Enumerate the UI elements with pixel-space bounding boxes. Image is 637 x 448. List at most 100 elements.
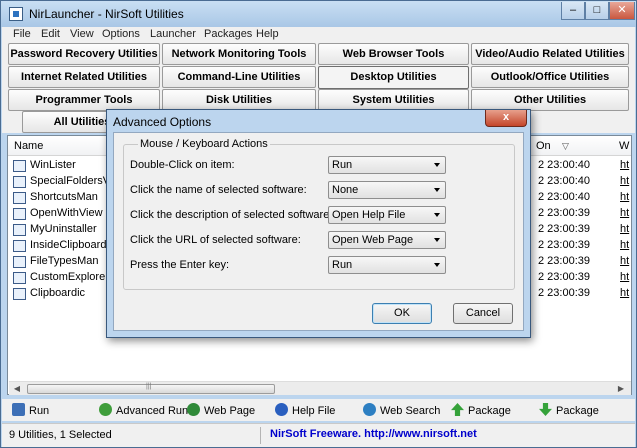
web-page-label: Web Page xyxy=(204,405,256,417)
cancel-button[interactable]: Cancel xyxy=(453,303,513,324)
utility-icon xyxy=(13,256,26,268)
dialog-close-button[interactable]: x xyxy=(485,110,527,127)
arrow-down-icon xyxy=(539,403,552,416)
option-label: Click the name of selected software: xyxy=(130,184,307,196)
menu-options[interactable]: Options xyxy=(102,28,140,40)
advanced-run-button[interactable]: Advanced Run xyxy=(99,403,188,417)
menu-launcher[interactable]: Launcher xyxy=(150,28,196,40)
row-url[interactable]: ht xyxy=(620,287,629,299)
row-url[interactable]: ht xyxy=(620,191,629,203)
dialog-title: Advanced Options xyxy=(113,115,212,129)
row-date: 2 23:00:39 xyxy=(538,255,590,267)
select-value: Open Web Page xyxy=(332,234,414,246)
row-url[interactable]: ht xyxy=(620,223,629,235)
chevron-down-icon xyxy=(434,163,440,167)
utility-icon xyxy=(13,272,26,284)
run-button[interactable]: Run xyxy=(12,403,49,417)
row-url[interactable]: ht xyxy=(620,207,629,219)
app-icon xyxy=(9,7,23,21)
column-header-on[interactable]: On xyxy=(536,140,551,152)
advanced-options-dialog: Advanced Options x Mouse / Keyboard Acti… xyxy=(106,109,531,338)
menu-edit[interactable]: Edit xyxy=(41,28,60,40)
package-add-label: Package xyxy=(468,405,511,417)
package-add-button[interactable]: Package xyxy=(451,403,511,417)
menu-packages[interactable]: Packages xyxy=(204,28,252,40)
chevron-down-icon xyxy=(434,188,440,192)
scroll-left-icon[interactable]: ◀ xyxy=(11,384,23,394)
nirsoft-link[interactable]: NirSoft Freeware. http://www.nirsoft.net xyxy=(270,428,477,440)
tab-outlook-office[interactable]: Outlook/Office Utilities xyxy=(471,66,629,88)
tab-programmer[interactable]: Programmer Tools xyxy=(8,89,160,111)
mouse-keyboard-group: Mouse / Keyboard Actions Double-Click on… xyxy=(123,138,515,290)
package-remove-button[interactable]: Package xyxy=(539,403,599,417)
help-file-button[interactable]: Help File xyxy=(275,403,335,417)
ok-button[interactable]: OK xyxy=(372,303,432,324)
title-bar: NirLauncher - NirSoft Utilities – □ ✕ xyxy=(1,1,636,27)
window-close-button[interactable]: ✕ xyxy=(609,2,635,20)
row-url[interactable]: ht xyxy=(620,159,629,171)
tab-network-monitoring[interactable]: Network Monitoring Tools xyxy=(162,43,316,65)
horizontal-scrollbar[interactable]: ◀ ▶ xyxy=(9,381,631,395)
row-url[interactable]: ht xyxy=(620,175,629,187)
row-name: OpenWithView xyxy=(30,207,103,219)
tab-system[interactable]: System Utilities xyxy=(318,89,469,111)
row-date: 2 23:00:39 xyxy=(538,287,590,299)
click-name-select[interactable]: None xyxy=(328,181,446,199)
chevron-down-icon xyxy=(434,213,440,217)
menu-view[interactable]: View xyxy=(70,28,94,40)
tab-command-line[interactable]: Command-Line Utilities xyxy=(162,66,316,88)
minimize-button[interactable]: – xyxy=(561,2,585,20)
tab-disk[interactable]: Disk Utilities xyxy=(162,89,316,111)
select-value: Open Help File xyxy=(332,209,406,221)
row-url[interactable]: ht xyxy=(620,255,629,267)
tab-internet[interactable]: Internet Related Utilities xyxy=(8,66,160,88)
tab-video-audio[interactable]: Video/Audio Related Utilities xyxy=(471,43,629,65)
option-label: Double-Click on item: xyxy=(130,159,235,171)
status-divider xyxy=(260,427,261,444)
row-url[interactable]: ht xyxy=(620,271,629,283)
row-name: InsideClipboard xyxy=(30,239,107,251)
row-name: MyUninstaller xyxy=(30,223,97,235)
tab-desktop[interactable]: Desktop Utilities xyxy=(318,66,469,89)
tab-web-browser[interactable]: Web Browser Tools xyxy=(318,43,469,65)
row-url[interactable]: ht xyxy=(620,239,629,251)
row-date: 2 23:00:40 xyxy=(538,175,590,187)
utility-icon xyxy=(13,240,26,252)
utility-icon xyxy=(13,208,26,220)
row-name: Clipboardic xyxy=(30,287,86,299)
menu-help[interactable]: Help xyxy=(256,28,279,40)
sort-icon: ▽ xyxy=(562,141,569,151)
enter-key-select[interactable]: Run xyxy=(328,256,446,274)
row-name: WinLister xyxy=(30,159,76,171)
utility-icon xyxy=(13,160,26,172)
dialog-body: Mouse / Keyboard Actions Double-Click on… xyxy=(113,132,524,331)
web-page-icon xyxy=(187,403,200,416)
utility-icon xyxy=(13,288,26,300)
run-icon xyxy=(12,403,25,416)
select-value: Run xyxy=(332,159,353,171)
group-label: Mouse / Keyboard Actions xyxy=(138,138,270,150)
click-url-select[interactable]: Open Web Page xyxy=(328,231,446,249)
chevron-down-icon xyxy=(434,263,440,267)
row-name: ShortcutsMan xyxy=(30,191,98,203)
scroll-thumb[interactable] xyxy=(27,383,275,394)
click-description-select[interactable]: Open Help File xyxy=(328,206,446,224)
double-click-select[interactable]: Run xyxy=(328,156,446,174)
package-remove-label: Package xyxy=(556,405,599,417)
tab-other[interactable]: Other Utilities xyxy=(471,89,629,111)
maximize-button[interactable]: □ xyxy=(585,2,609,20)
row-date: 2 23:00:40 xyxy=(538,159,590,171)
scroll-right-icon[interactable]: ▶ xyxy=(615,384,627,394)
web-page-button[interactable]: Web Page xyxy=(187,403,255,417)
column-header-w[interactable]: W xyxy=(619,140,629,152)
web-search-button[interactable]: Web Search xyxy=(363,403,440,417)
menu-file[interactable]: File xyxy=(13,28,31,40)
row-date: 2 23:00:40 xyxy=(538,191,590,203)
web-search-icon xyxy=(363,403,376,416)
row-date: 2 23:00:39 xyxy=(538,271,590,283)
tab-password-recovery[interactable]: Password Recovery Utilities xyxy=(8,43,160,65)
column-header-name[interactable]: Name xyxy=(14,140,43,152)
web-search-label: Web Search xyxy=(380,405,441,417)
bottom-toolbar: Run Advanced Run Web Page Help File Web … xyxy=(2,399,635,421)
option-label: Press the Enter key: xyxy=(130,259,230,271)
